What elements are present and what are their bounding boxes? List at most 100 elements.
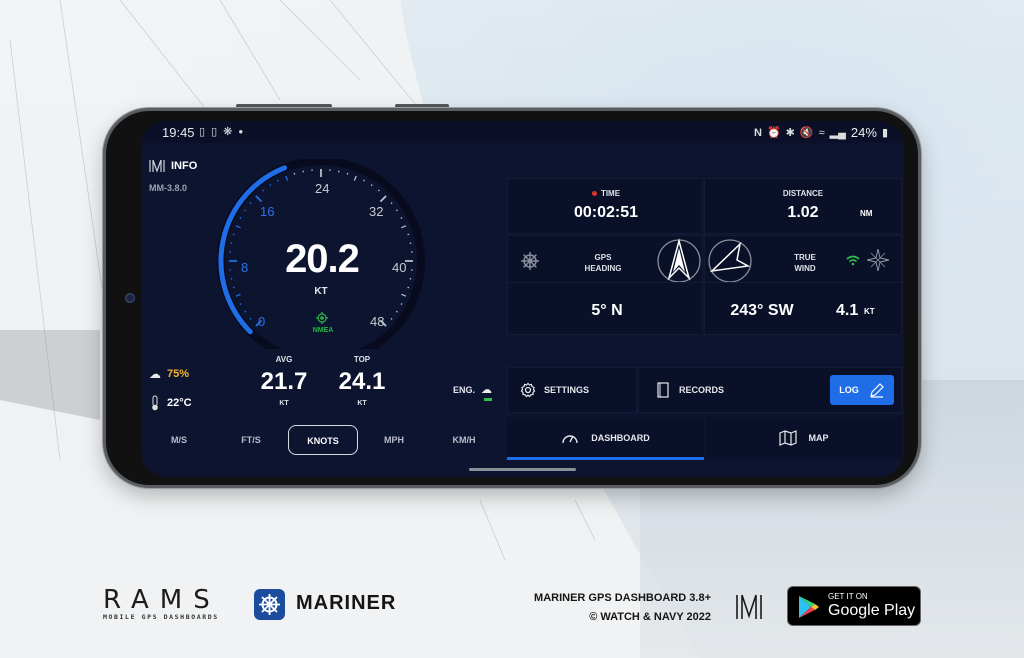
gauge-tick bbox=[239, 303, 242, 305]
time-label-wrap: TIME bbox=[508, 189, 704, 198]
gps-heading-card: GPS HEADING 5° N bbox=[507, 235, 704, 335]
gps-target-icon bbox=[316, 312, 328, 324]
compass-rose-icon bbox=[867, 249, 889, 271]
book-icon bbox=[657, 382, 669, 398]
gear-icon bbox=[520, 382, 536, 398]
card-divider bbox=[705, 282, 903, 283]
google-play-big-text: Google Play bbox=[828, 602, 916, 619]
top-speed: TOP 24.1 KT bbox=[327, 355, 397, 407]
gauge-tick bbox=[390, 317, 393, 320]
rams-logo: RAMS MOBILE GPS DASHBOARDS bbox=[103, 585, 221, 621]
gauge-tick-label: 16 bbox=[260, 204, 275, 219]
map-icon bbox=[778, 430, 797, 446]
info-button[interactable]: INFO bbox=[149, 159, 197, 173]
bluetooth-icon: ✱ bbox=[785, 127, 795, 139]
gauge-tick bbox=[379, 195, 387, 203]
app-screen: 19:45 ▯ ▯ ❋ ● N ⏰ ✱ 🔇 ≈ ▂▄ 24% ▮ INFO MM… bbox=[141, 121, 904, 477]
true-wind-card: TRUE WIND 243° SW 4.1 KT bbox=[704, 235, 903, 335]
gps-source-label: NMEA bbox=[312, 327, 334, 334]
status-left-icons: ▯ ▯ ❋ ● bbox=[199, 125, 243, 138]
true-wind-label-line2: WIND bbox=[794, 264, 816, 273]
engine-icon: ☁ bbox=[481, 384, 493, 396]
card-divider bbox=[508, 282, 704, 283]
settings-label: SETTINGS bbox=[544, 385, 590, 395]
true-wind-speed: 4.1 bbox=[836, 302, 859, 319]
distance-label: DISTANCE bbox=[782, 189, 824, 198]
cloud-icon: ☁ bbox=[149, 367, 161, 381]
unit-option-fts[interactable]: FT/S bbox=[233, 425, 269, 455]
active-tab-indicator bbox=[507, 457, 704, 460]
status-right-icons: N ⏰ ✱ 🔇 ≈ ▂▄ 24% ▮ bbox=[754, 125, 888, 140]
gauge-tick bbox=[235, 225, 241, 229]
pencil-icon bbox=[869, 383, 884, 398]
distance-card: DISTANCE 1.02 NM bbox=[704, 178, 902, 234]
wind-direction-compass-icon bbox=[708, 239, 752, 283]
gps-heading-value: 5° N bbox=[591, 302, 623, 319]
credits: MARINER GPS DASHBOARD 3.8+ © WATCH & NAV… bbox=[534, 589, 711, 627]
gauge-tick bbox=[255, 195, 263, 203]
front-camera bbox=[125, 293, 135, 303]
temperature-value: 22°C bbox=[167, 397, 192, 409]
gauge-tick bbox=[400, 217, 403, 219]
records-button[interactable]: RECORDS bbox=[657, 382, 724, 398]
settings-button[interactable]: SETTINGS bbox=[507, 367, 637, 413]
gps-heading-label: GPS HEADING bbox=[568, 252, 638, 274]
mariner-wordmark: MARINER bbox=[296, 592, 397, 614]
battery-percent: 24% bbox=[850, 125, 877, 140]
gauge-tick bbox=[249, 317, 252, 320]
sim-icon: ▯ bbox=[199, 126, 206, 138]
gauge-tick-label: 0 bbox=[258, 314, 266, 329]
status-bar: 19:45 ▯ ▯ ❋ ● N ⏰ ✱ 🔇 ≈ ▂▄ 24% ▮ bbox=[141, 121, 904, 143]
distance-value: 1.02 bbox=[787, 204, 819, 221]
unit-option-ms[interactable]: M/S bbox=[161, 425, 197, 455]
current-speed: 20.2 bbox=[285, 237, 360, 281]
dot-icon: ● bbox=[238, 127, 244, 136]
rams-wordmark: RAMS bbox=[103, 585, 221, 615]
status-time: 19:45 bbox=[162, 125, 195, 140]
gauge-tick-label: 48 bbox=[370, 314, 385, 329]
credits-line1: MARINER GPS DASHBOARD 3.8+ bbox=[534, 592, 711, 604]
time-card: TIME 00:02:51 bbox=[507, 178, 703, 234]
time-value: 00:02:51 bbox=[573, 204, 639, 221]
tab-map[interactable]: MAP bbox=[705, 417, 902, 459]
gauge-tick bbox=[239, 217, 242, 219]
speed-unit: KT bbox=[314, 286, 328, 297]
avg-label: AVG bbox=[275, 355, 293, 364]
time-label: TIME bbox=[600, 189, 621, 198]
mute-icon: 🔇 bbox=[799, 127, 814, 139]
home-gesture-bar[interactable] bbox=[469, 468, 576, 471]
records-label: RECORDS bbox=[679, 385, 725, 395]
true-wind-label-line1: TRUE bbox=[794, 253, 816, 262]
sim-icon: ▯ bbox=[211, 126, 218, 138]
log-button[interactable]: LOG bbox=[830, 375, 894, 405]
unit-option-mph[interactable]: MPH bbox=[376, 425, 412, 455]
temperature: 22°C bbox=[151, 395, 192, 411]
unit-selector: M/S FT/S KNOTS MPH KM/H bbox=[141, 425, 496, 457]
recording-dot-icon bbox=[591, 191, 597, 197]
wifi-icon: ≈ bbox=[818, 126, 825, 139]
engine-status-bar bbox=[484, 398, 492, 401]
true-wind-unit: KT bbox=[864, 307, 875, 316]
gauge-tick bbox=[390, 202, 393, 205]
true-wind-label: TRUE WIND bbox=[775, 252, 835, 274]
cloud-cover-value: 75% bbox=[167, 368, 190, 380]
gauge-tick-label: 8 bbox=[241, 260, 249, 275]
tab-dashboard-label: DASHBOARD bbox=[591, 433, 650, 443]
gauge-tick bbox=[269, 184, 272, 187]
gauge-tick-label: 24 bbox=[315, 181, 330, 196]
gauge-tick bbox=[363, 179, 365, 182]
gauge-tick bbox=[244, 310, 247, 313]
unit-option-kmh[interactable]: KM/H bbox=[446, 425, 482, 455]
gauge-tick bbox=[395, 209, 398, 212]
gps-heading-label-line1: GPS bbox=[594, 253, 612, 262]
gauge-tick bbox=[401, 225, 407, 229]
distance-unit: NM bbox=[860, 209, 873, 218]
alarm-icon: ⏰ bbox=[766, 127, 781, 139]
top-label: TOP bbox=[353, 355, 371, 364]
cloud-cover: ☁ 75% bbox=[149, 367, 189, 381]
helm-icon: ❋ bbox=[223, 126, 233, 138]
tab-dashboard[interactable]: DASHBOARD bbox=[507, 417, 704, 459]
google-play-badge[interactable]: GET IT ON Google Play bbox=[787, 586, 921, 626]
unit-option-knots[interactable]: KNOTS bbox=[288, 425, 358, 455]
signal-icon: ▂▄ bbox=[829, 127, 846, 139]
